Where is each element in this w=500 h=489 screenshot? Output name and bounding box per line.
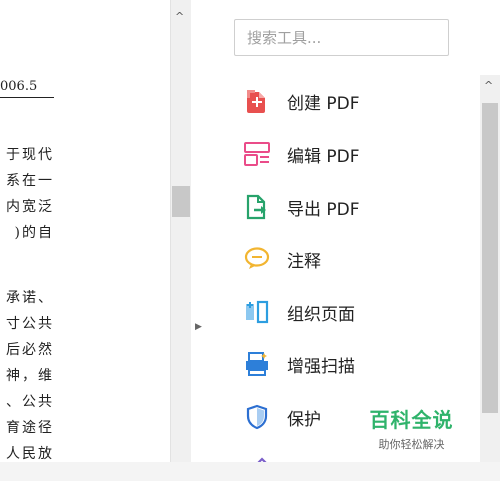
doc-text-line: 神，维 [6, 368, 54, 384]
tool-export-pdf-label: 导出 PDF [287, 199, 360, 220]
enhance-scan-icon [243, 350, 271, 378]
doc-text-line: )的自 [14, 225, 54, 241]
tool-comment-label: 注释 [287, 251, 321, 272]
doc-text-line: 承诺、 [6, 290, 54, 306]
tool-enhance-scan-label: 增强扫描 [287, 356, 355, 377]
create-pdf-icon [243, 87, 271, 115]
doc-text-line: 育途径 [6, 420, 54, 436]
doc-text-line: 系在一 [6, 173, 54, 189]
doc-text-line: 于现代 [6, 147, 54, 163]
tool-create-pdf-label: 创建 PDF [287, 93, 360, 114]
comment-icon [243, 245, 271, 273]
search-tools-input[interactable] [234, 19, 449, 56]
doc-header-text: 006.5 [0, 79, 38, 94]
document-scroll-thumb[interactable] [172, 186, 190, 217]
tools-scroll-thumb[interactable] [482, 103, 498, 413]
tool-export-pdf[interactable]: 导出 PDF [243, 187, 463, 227]
bottom-status-bar [0, 462, 500, 481]
watermark-title: 百科全说 [369, 408, 454, 432]
tool-create-pdf[interactable]: 创建 PDF [243, 81, 463, 121]
organize-pages-icon [243, 298, 271, 326]
tool-protect-label: 保护 [287, 409, 321, 430]
doc-text-line: 内宽泛 [6, 199, 54, 215]
doc-text-line: 寸公共 [6, 316, 54, 332]
watermark-logo: 百科全说 助你轻松解决 [350, 396, 473, 458]
edit-pdf-icon [243, 140, 271, 168]
tool-organize-pages-label: 组织页面 [287, 304, 355, 325]
shield-icon [243, 403, 271, 431]
doc-header-rule [0, 97, 54, 98]
tools-scroll-up-arrow-icon[interactable]: ^ [484, 79, 493, 92]
document-view: 006.5 于现代 系在一 内宽泛 )的自 承诺、 寸公共 后必然 神，维 、公… [0, 0, 170, 481]
tool-organize-pages[interactable]: 组织页面 [243, 292, 463, 332]
doc-text-line: 后必然 [6, 342, 54, 358]
tool-edit-pdf-label: 编辑 PDF [287, 146, 360, 167]
tool-edit-pdf[interactable]: 编辑 PDF [243, 134, 463, 174]
doc-text-line: 、公共 [6, 394, 54, 410]
scroll-up-arrow-icon[interactable]: ^ [175, 10, 184, 23]
watermark-subtitle: 助你轻松解决 [378, 438, 445, 451]
tool-enhance-scan[interactable]: 增强扫描 [243, 344, 463, 384]
doc-text-line: 人民放 [6, 446, 54, 462]
document-scrollbar[interactable]: ^ [170, 0, 191, 481]
export-pdf-icon [243, 193, 271, 221]
tool-comment[interactable]: 注释 [243, 239, 463, 279]
panel-toggle-arrow-icon[interactable]: ▶ [195, 322, 202, 332]
